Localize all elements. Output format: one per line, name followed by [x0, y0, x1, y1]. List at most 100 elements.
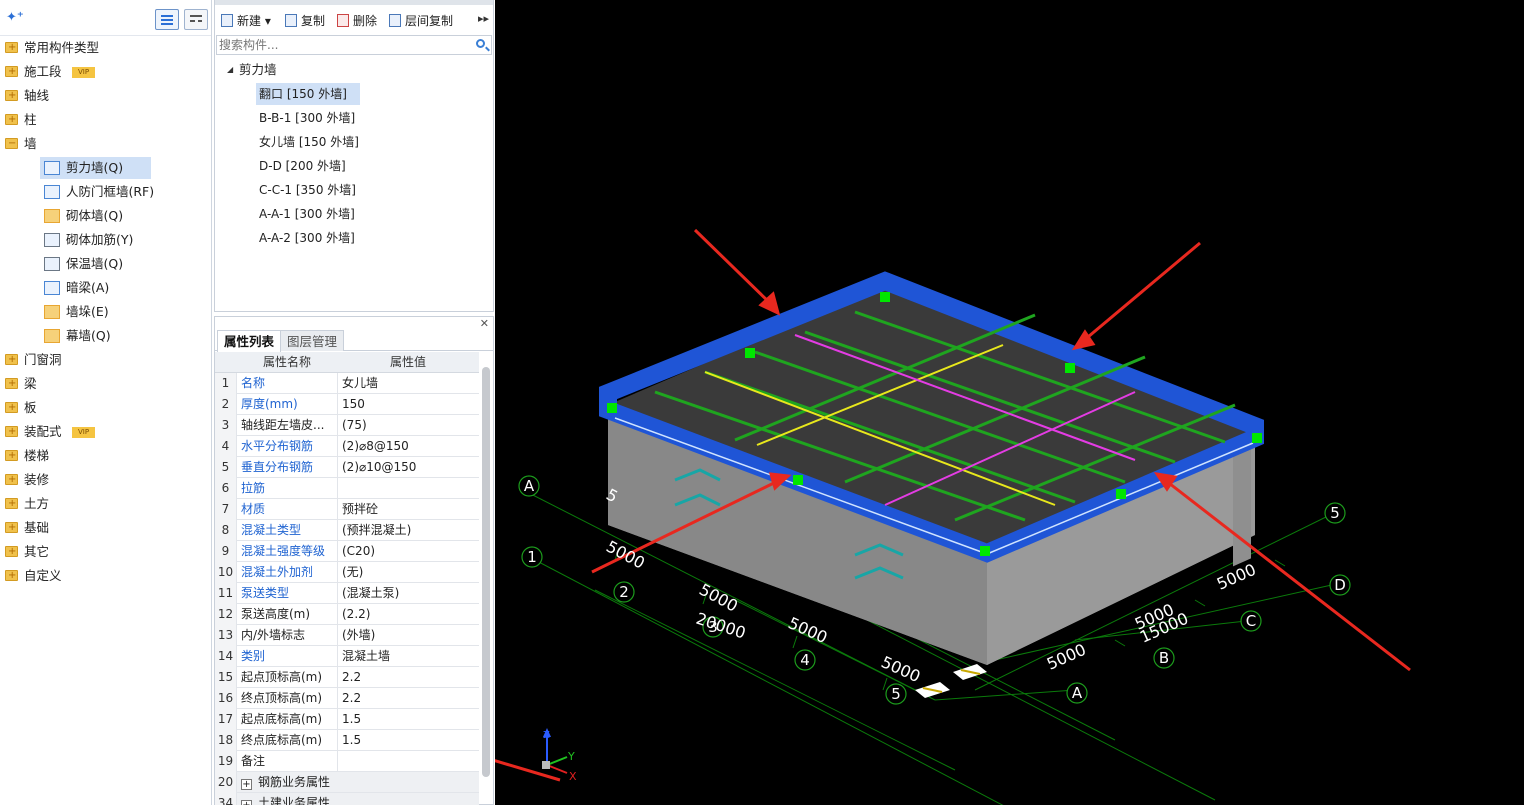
tree-item[interactable]: 其它	[0, 540, 212, 564]
tab-property-list[interactable]: 属性列表	[217, 330, 282, 352]
folder-icon[interactable]	[5, 516, 18, 540]
axis-bubble[interactable]: 4	[794, 649, 816, 671]
grid-view-button[interactable]	[184, 9, 208, 30]
axis-bubble[interactable]: D	[1329, 574, 1351, 596]
property-value-cell[interactable]: 150	[337, 394, 479, 415]
property-value-cell[interactable]: (2)⌀8@150	[337, 436, 479, 457]
property-row[interactable]: 14 类别 混凝土墙	[215, 646, 479, 667]
tab-layer-management[interactable]: 图层管理	[280, 330, 345, 351]
property-row[interactable]: 2 厚度(mm) 150	[215, 394, 479, 415]
tree-item[interactable]: 自定义	[0, 564, 212, 588]
folder-icon[interactable]	[5, 36, 18, 60]
axis-bubble[interactable]: A	[518, 475, 540, 497]
property-row[interactable]: 19 备注	[215, 751, 479, 772]
new-component-button[interactable]: 新建 ▾	[221, 12, 271, 30]
property-value-cell[interactable]: (75)	[337, 415, 479, 436]
property-scrollbar[interactable]	[482, 367, 490, 777]
property-value-cell[interactable]: (2.2)	[337, 604, 479, 625]
component-item[interactable]: C-C-1 [350 外墙]	[215, 178, 493, 202]
axis-bubble[interactable]: A	[1066, 682, 1088, 704]
property-value-cell[interactable]: (混凝土泵)	[337, 583, 479, 604]
component-group-shear-wall[interactable]: ◢ 剪力墙	[215, 58, 493, 82]
tree-item[interactable]: 梁	[0, 372, 212, 396]
tree-child-item[interactable]: 暗梁(A)	[0, 276, 212, 300]
tree-child-item[interactable]: 保温墙(Q)	[0, 252, 212, 276]
tree-item[interactable]: 基础	[0, 516, 212, 540]
folder-icon[interactable]	[5, 444, 18, 468]
folder-icon[interactable]	[5, 420, 18, 444]
property-value-cell[interactable]: 2.2	[337, 688, 479, 709]
tree-child-item[interactable]: 人防门框墙(RF)	[0, 180, 212, 204]
component-item[interactable]: D-D [200 外墙]	[215, 154, 493, 178]
component-search-input[interactable]	[217, 36, 457, 54]
tree-child-item[interactable]: 剪力墙(Q)	[0, 156, 212, 180]
axis-bubble[interactable]: 1	[521, 546, 543, 568]
tree-item[interactable]: 柱	[0, 108, 212, 132]
search-icon[interactable]	[476, 39, 485, 48]
collapse-triangle-icon[interactable]: ◢	[227, 58, 233, 82]
property-row[interactable]: 13 内/外墙标志 (外墙)	[215, 625, 479, 646]
tree-item[interactable]: 轴线	[0, 84, 212, 108]
tree-child-item[interactable]: 墙垛(E)	[0, 300, 212, 324]
floor-copy-button[interactable]: 层间复制	[389, 12, 453, 30]
tree-item[interactable]: 装修	[0, 468, 212, 492]
property-value-cell[interactable]: 1.5	[337, 709, 479, 730]
expand-icon[interactable]: +	[241, 800, 252, 805]
list-view-button[interactable]	[155, 9, 179, 30]
property-value-cell[interactable]: (预拌混凝土)	[337, 520, 479, 541]
property-row[interactable]: 10 混凝土外加剂 (无)	[215, 562, 479, 583]
folder-icon[interactable]	[5, 564, 18, 588]
delete-component-button[interactable]: 删除	[337, 12, 377, 30]
folder-icon[interactable]	[5, 372, 18, 396]
tree-child-item[interactable]: 砌体加筋(Y)	[0, 228, 212, 252]
property-row[interactable]: 9 混凝土强度等级 (C20)	[215, 541, 479, 562]
component-item[interactable]: A-A-1 [300 外墙]	[215, 202, 493, 226]
component-item[interactable]: B-B-1 [300 外墙]	[215, 106, 493, 130]
folder-icon[interactable]	[5, 132, 18, 156]
add-type-icon[interactable]: ✦⁺	[6, 10, 24, 25]
axis-bubble[interactable]: 2	[613, 581, 635, 603]
tree-child-item[interactable]: 砌体墙(Q)	[0, 204, 212, 228]
folder-icon[interactable]	[5, 492, 18, 516]
property-row[interactable]: 18 终点底标高(m) 1.5	[215, 730, 479, 751]
folder-icon[interactable]	[5, 396, 18, 420]
property-value-cell[interactable]: 女儿墙	[337, 373, 479, 394]
tree-item[interactable]: 板	[0, 396, 212, 420]
axis-bubble[interactable]: 5	[885, 683, 907, 705]
axis-bubble[interactable]: C	[1240, 610, 1262, 632]
property-value-cell[interactable]: 预拌砼	[337, 499, 479, 520]
property-row[interactable]: 7 材质 预拌砼	[215, 499, 479, 520]
property-row[interactable]: 6 拉筋	[215, 478, 479, 499]
component-item[interactable]: A-A-2 [300 外墙]	[215, 226, 493, 250]
toolbar-overflow-icon[interactable]: ▸▸	[478, 12, 489, 25]
component-item[interactable]: 翻口 [150 外墙]	[215, 82, 493, 106]
expand-icon[interactable]: +	[241, 779, 252, 790]
tree-item[interactable]: 装配式 VIP	[0, 420, 212, 444]
folder-icon[interactable]	[5, 84, 18, 108]
property-value-cell[interactable]: (C20)	[337, 541, 479, 562]
property-value-cell[interactable]: 1.5	[337, 730, 479, 751]
property-group-row[interactable]: 20 + 钢筋业务属性	[215, 772, 479, 793]
property-value-cell[interactable]: (2)⌀10@150	[337, 457, 479, 478]
tree-item[interactable]: 施工段 VIP	[0, 60, 212, 84]
tree-item[interactable]: 楼梯	[0, 444, 212, 468]
axis-bubble[interactable]: B	[1153, 647, 1175, 669]
3d-scene[interactable]: A123455DCBA5000500020000 50005000 50005000…	[495, 0, 1524, 805]
property-value-cell[interactable]: 混凝土墙	[337, 646, 479, 667]
property-value-cell[interactable]: 2.2	[337, 667, 479, 688]
property-row[interactable]: 17 起点底标高(m) 1.5	[215, 709, 479, 730]
property-row[interactable]: 3 轴线距左墙皮... (75)	[215, 415, 479, 436]
folder-icon[interactable]	[5, 108, 18, 132]
property-row[interactable]: 11 泵送类型 (混凝土泵)	[215, 583, 479, 604]
tree-item[interactable]: 常用构件类型	[0, 36, 212, 60]
property-value-cell[interactable]	[337, 478, 479, 499]
tree-item[interactable]: 土方	[0, 492, 212, 516]
folder-icon[interactable]	[5, 468, 18, 492]
tree-child-item[interactable]: 幕墙(Q)	[0, 324, 212, 348]
axis-bubble[interactable]: 5	[1324, 502, 1346, 524]
property-row[interactable]: 5 垂直分布钢筋 (2)⌀10@150	[215, 457, 479, 478]
property-row[interactable]: 4 水平分布钢筋 (2)⌀8@150	[215, 436, 479, 457]
component-item[interactable]: 女儿墙 [150 外墙]	[215, 130, 493, 154]
property-value-cell[interactable]: (外墙)	[337, 625, 479, 646]
property-row[interactable]: 12 泵送高度(m) (2.2)	[215, 604, 479, 625]
